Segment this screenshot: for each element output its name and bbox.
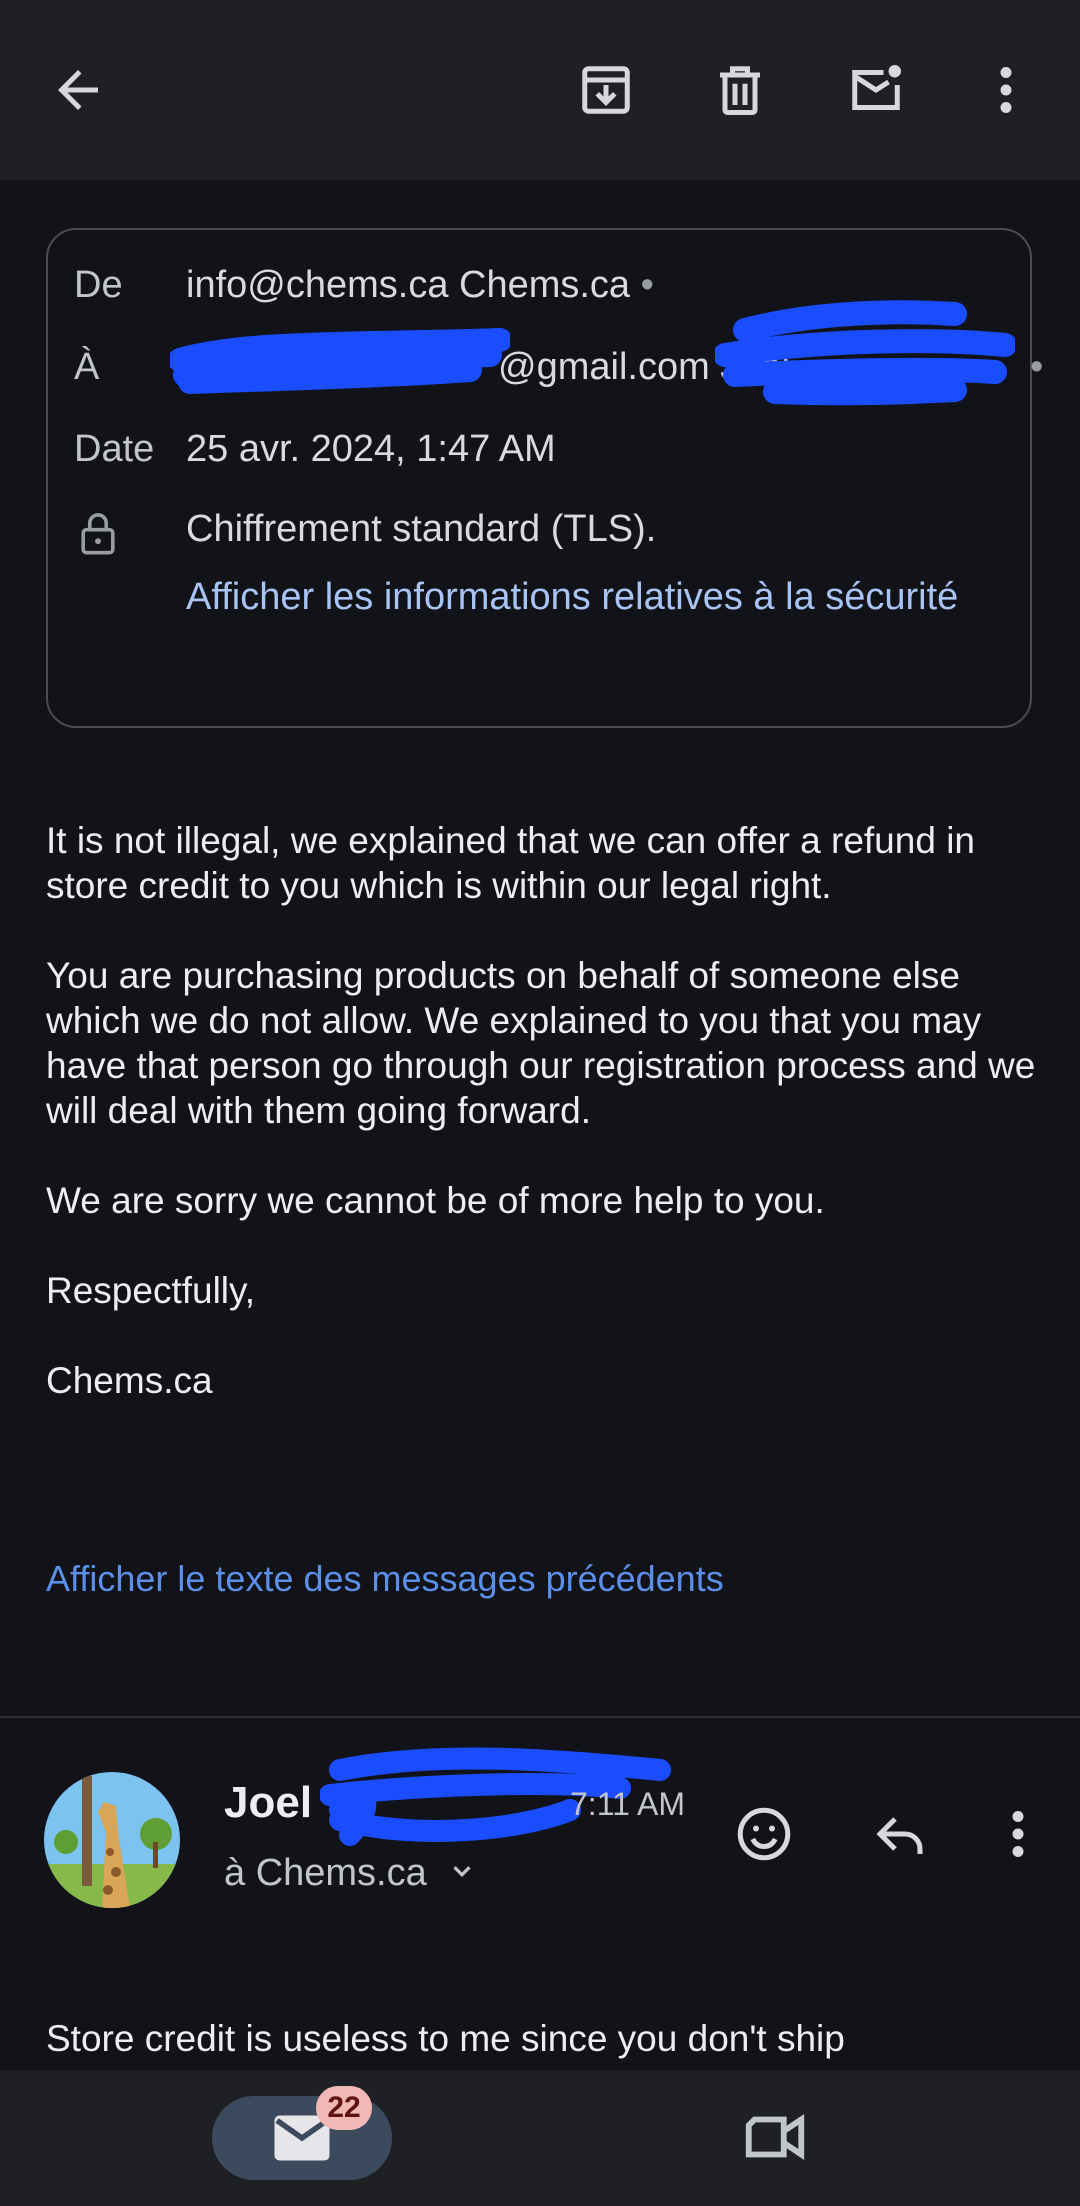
reply-time: 7:11 AM [570,1786,686,1822]
reply-preview-text: Store credit is useless to me since you … [46,2018,845,2059]
date-label: Date [74,428,155,470]
from-dot: • [640,264,654,306]
to-dot: • [1030,346,1044,388]
message-paragraph: Chems.ca [46,1360,213,1401]
security-info-link[interactable]: Afficher les informations relatives à la… [186,576,958,619]
redaction-scribble [170,328,510,394]
more-vertical-icon[interactable] [966,50,1046,130]
video-meet-icon[interactable] [740,2102,810,2177]
trash-icon[interactable] [700,50,780,130]
message-paragraph: You are purchasing products on behalf of… [46,955,1036,1131]
date-value: 25 avr. 2024, 1:47 AM [186,428,556,470]
lock-icon [78,510,118,566]
message-paragraph: It is not illegal, we explained that we … [46,820,975,906]
chevron-down-icon [447,1853,477,1896]
reply-recipient[interactable]: à Chems.ca [224,1852,477,1896]
to-label: À [74,346,100,388]
show-previous-messages-link[interactable]: Afficher le texte des messages précédent… [46,1558,724,1600]
emoji-reaction-icon[interactable] [724,1794,804,1874]
bottom-navigation: 22 [0,2070,1080,2206]
security-text: Chiffrement standard (TLS). [186,508,657,550]
from-address: info@chems.ca Chems.ca [186,264,631,306]
message-body: It is not illegal, we explained that we … [46,818,1036,1448]
mark-unread-icon[interactable] [836,50,916,130]
more-vertical-icon[interactable] [978,1794,1058,1874]
from-value[interactable]: info@chems.ca Chems.ca • [186,264,654,307]
message-paragraph: Respectfully, [46,1270,256,1311]
redaction-scribble [715,300,1015,406]
avatar[interactable] [44,1772,180,1908]
message-paragraph: We are sorry we cannot be of more help t… [46,1180,825,1221]
message-divider [0,1716,1080,1718]
back-arrow-icon[interactable] [38,50,118,130]
reply-icon[interactable] [860,1794,940,1874]
unread-count-badge: 22 [316,2086,372,2130]
archive-icon[interactable] [566,50,646,130]
top-toolbar [0,0,1080,180]
reply-recipient-label: à Chems.ca [224,1852,427,1894]
reply-sender-name: Joel [224,1778,313,1827]
from-label: De [74,264,123,306]
